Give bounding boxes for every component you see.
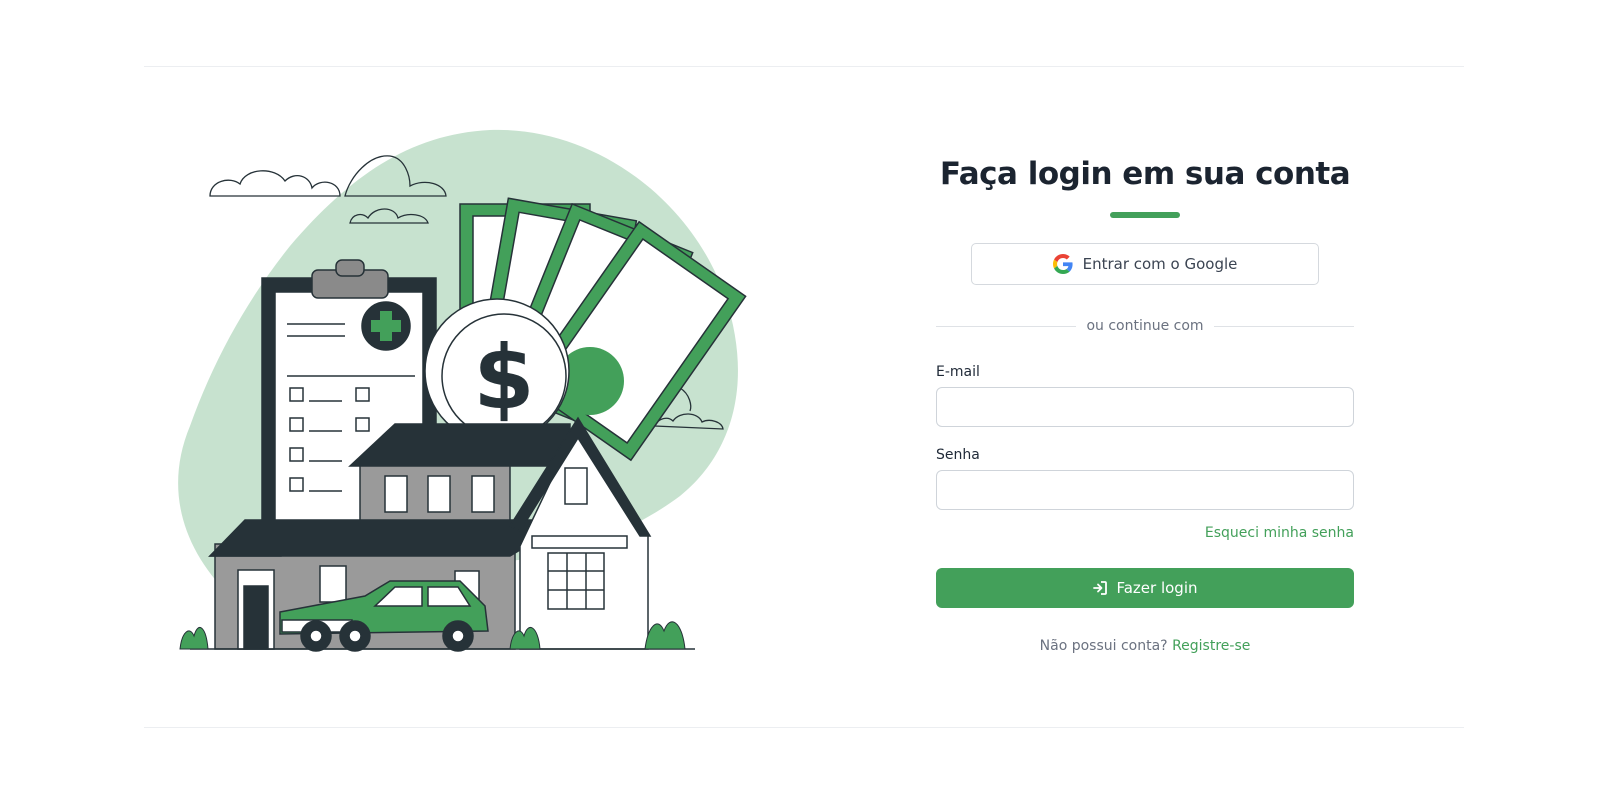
password-field[interactable] <box>936 470 1354 510</box>
register-link[interactable]: Registre-se <box>1172 638 1250 654</box>
svg-text:$: $ <box>473 326 534 429</box>
register-prompt-text: Não possui conta? <box>1039 638 1168 654</box>
hero-illustration: $ <box>178 129 747 652</box>
divider-line-left <box>936 325 1077 327</box>
password-label: Senha <box>936 447 980 463</box>
dollar-coin-icon: $ <box>424 298 570 444</box>
google-button-label: Entrar com o Google <box>1082 255 1238 273</box>
title-accent-bar <box>1110 212 1180 218</box>
login-button[interactable]: Fazer login <box>936 568 1354 608</box>
or-divider: ou continue com <box>936 318 1354 334</box>
login-panel: Faça login em sua conta Entrar com o Goo… <box>936 150 1354 654</box>
email-label: E-mail <box>936 364 980 380</box>
sign-in-icon <box>1093 581 1108 595</box>
email-field[interactable] <box>936 387 1354 427</box>
top-divider <box>144 66 1464 67</box>
register-prompt: Não possui conta? Registre-se <box>936 638 1354 654</box>
page-title: Faça login em sua conta <box>939 156 1351 192</box>
forgot-password-link[interactable]: Esqueci minha senha <box>936 525 1354 541</box>
google-signin-button[interactable]: Entrar com o Google <box>971 243 1319 285</box>
bottom-divider <box>144 727 1464 728</box>
divider-text: ou continue com <box>1086 318 1204 334</box>
divider-line-right <box>1213 325 1354 327</box>
google-icon <box>1052 254 1073 274</box>
login-button-label: Fazer login <box>1116 579 1198 597</box>
